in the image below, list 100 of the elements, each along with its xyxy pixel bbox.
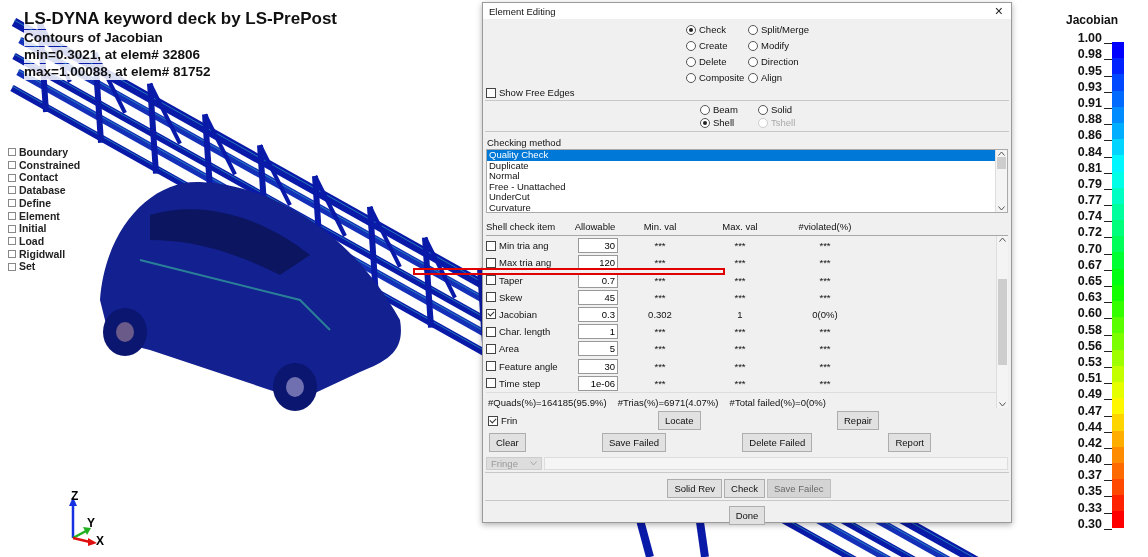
checkbox[interactable]: [486, 275, 496, 286]
checkbox[interactable]: [486, 240, 496, 251]
checkbox[interactable]: [486, 343, 496, 354]
radio-button[interactable]: [748, 72, 758, 83]
tick-mark: [1104, 237, 1113, 239]
list-item[interactable]: Duplicate: [487, 160, 995, 171]
tree-item[interactable]: Constrained: [19, 158, 81, 172]
action-button[interactable]: Solid Rev: [667, 479, 723, 498]
checkbox[interactable]: [486, 309, 496, 320]
allowable-field[interactable]: 1e-06: [578, 375, 618, 391]
table-cell-text: ***: [818, 326, 832, 338]
scroll-thumb[interactable]: [997, 157, 1006, 169]
legend-label: 0.84: [1077, 144, 1103, 159]
text-field[interactable]: [544, 457, 1008, 470]
scrollbar[interactable]: [996, 236, 1008, 408]
allowable-field[interactable]: 30: [578, 358, 618, 374]
allowable-field[interactable]: 45: [578, 289, 618, 305]
table-cell-text: ***: [733, 326, 747, 338]
radio-button[interactable]: [700, 117, 710, 128]
tree-item[interactable]: Initial: [19, 222, 47, 235]
legend-title: Jacobian: [1066, 13, 1119, 27]
checkbox[interactable]: [486, 326, 496, 337]
legend-label: 0.81: [1077, 160, 1103, 175]
table-cell-text: ***: [818, 240, 832, 252]
allowable-field[interactable]: 0.3: [578, 307, 618, 322]
axis-label: Y: [87, 516, 95, 530]
checkbox[interactable]: [486, 87, 496, 98]
tree-item[interactable]: Define: [19, 196, 52, 210]
tick-mark: [1104, 496, 1113, 498]
table-cell-text: ***: [733, 360, 747, 372]
scroll-thumb[interactable]: [998, 279, 1007, 365]
tree-item[interactable]: Set: [19, 260, 36, 274]
scrollbar[interactable]: [995, 150, 1007, 212]
action-button[interactable]: Locate: [658, 411, 701, 430]
table-cell-text: ***: [653, 257, 667, 269]
table-cell-text: ***: [653, 240, 667, 252]
checkbox-label: Min tria ang: [499, 240, 549, 252]
legend-label: 0.35: [1077, 484, 1103, 499]
checkbox-label: Taper: [499, 274, 523, 286]
tree-item[interactable]: Boundary: [19, 146, 68, 159]
checkbox[interactable]: [486, 292, 496, 303]
checkbox[interactable]: [486, 361, 496, 372]
list-item[interactable]: Curvature: [487, 202, 995, 212]
action-button[interactable]: Delete Failed: [742, 433, 813, 452]
legend-label: 0.63: [1077, 290, 1103, 305]
axis-label: X: [96, 534, 104, 546]
legend-label: 0.93: [1077, 79, 1103, 94]
table-cell-text: ***: [733, 291, 747, 303]
close-button[interactable]: ×: [994, 3, 1003, 19]
tick-mark: [1104, 286, 1113, 287]
list-item[interactable]: Free - Unattached: [487, 181, 995, 192]
radio-button[interactable]: [686, 56, 696, 67]
radio-button[interactable]: [748, 56, 758, 67]
tick-mark: [1104, 528, 1113, 530]
table-cell-text: ***: [653, 326, 667, 338]
tree-item[interactable]: Element: [19, 209, 60, 223]
list-item[interactable]: UnderCut: [487, 192, 995, 203]
tree-item[interactable]: Rigidwall: [19, 247, 66, 261]
radio-button[interactable]: [686, 24, 696, 35]
table-cell-text: ***: [653, 274, 667, 286]
checkbox-label: Skew: [499, 291, 523, 303]
action-button[interactable]: Save Failed: [601, 433, 667, 452]
scroll-down-icon[interactable]: [999, 401, 1006, 408]
radio-label: Direction: [761, 56, 799, 67]
column-header: #violated(%): [797, 221, 853, 232]
radio-button[interactable]: [700, 104, 710, 115]
table-cell-text: ***: [818, 343, 832, 355]
legend-label: 0.37: [1077, 468, 1103, 483]
checkbox[interactable]: [488, 415, 498, 426]
action-button[interactable]: Report: [888, 433, 931, 452]
action-button[interactable]: Repair: [837, 411, 879, 430]
checkbox[interactable]: [486, 378, 496, 389]
radio-button[interactable]: [686, 40, 696, 51]
table-cell-text: ***: [653, 291, 667, 303]
tick-mark: [1104, 188, 1113, 190]
scroll-up-icon[interactable]: [998, 150, 1005, 157]
list-item[interactable]: Quality Check: [487, 150, 995, 161]
radio-button[interactable]: [748, 40, 758, 51]
done-button[interactable]: Done: [728, 506, 766, 525]
list-item[interactable]: Normal: [487, 171, 995, 182]
tree-item[interactable]: Contact: [19, 171, 59, 185]
tick-mark: [1104, 447, 1113, 449]
tree-item[interactable]: Database: [19, 184, 66, 197]
scroll-down-icon[interactable]: [998, 205, 1005, 212]
allowable-field[interactable]: 1: [578, 324, 618, 340]
allowable-field[interactable]: 30: [578, 238, 618, 254]
checkbox-label: Feature angle: [499, 360, 558, 372]
radio-button[interactable]: [758, 104, 768, 115]
table-cell-text: 0.302: [647, 309, 673, 320]
checkbox[interactable]: [486, 257, 496, 268]
action-button[interactable]: Clear: [489, 433, 526, 452]
allowable-field[interactable]: 5: [578, 341, 618, 357]
summary-text: #Trias(%)=6971(4.07%): [617, 397, 719, 408]
legend-label: 0.88: [1077, 112, 1103, 127]
radio-button[interactable]: [686, 72, 696, 83]
radio-button[interactable]: [748, 24, 758, 35]
action-button[interactable]: Check: [724, 479, 765, 498]
tree-item[interactable]: Load: [19, 234, 45, 248]
legend-label: 0.49: [1077, 387, 1103, 402]
scroll-up-icon[interactable]: [999, 236, 1006, 243]
